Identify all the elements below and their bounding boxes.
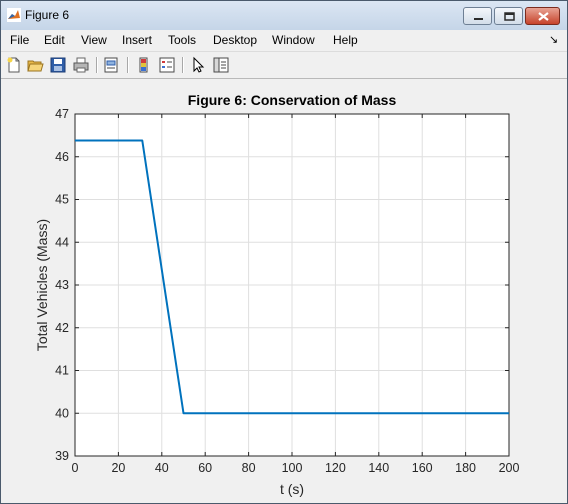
toolbar-separator	[96, 57, 98, 73]
y-tick-label: 47	[55, 107, 69, 121]
x-tick-label: 160	[412, 461, 433, 475]
dock-arrow-icon[interactable]: ↘	[549, 33, 558, 46]
x-tick-label: 100	[282, 461, 303, 475]
y-tick-label: 41	[55, 364, 69, 378]
x-tick-label: 40	[155, 461, 169, 475]
line-chart[interactable]: 0 20 40 60 80 100 120 140 160 180 200 39 40 41 42 43 44 4…	[1, 79, 567, 503]
print-icon[interactable]	[72, 56, 90, 74]
y-tick-label: 44	[55, 235, 69, 249]
x-axis-label: t (s)	[280, 481, 304, 497]
y-tick-label: 45	[55, 193, 69, 207]
figure-toolbar	[1, 51, 567, 79]
maximize-icon	[504, 12, 515, 21]
close-icon	[538, 12, 549, 21]
x-tick-label: 200	[499, 461, 520, 475]
open-file-icon[interactable]	[26, 56, 44, 74]
x-tick-label: 120	[325, 461, 346, 475]
x-tick-label: 180	[455, 461, 476, 475]
window-title: Figure 6	[25, 8, 70, 22]
maximize-button[interactable]	[494, 7, 523, 25]
y-axis-label: Total Vehicles (Mass)	[34, 219, 50, 351]
new-figure-icon[interactable]	[5, 56, 23, 74]
menu-edit[interactable]: Edit	[44, 33, 65, 47]
toolbar-separator	[182, 57, 184, 73]
figure-canvas: 0 20 40 60 80 100 120 140 160 180 200 39 40 41 42 43 44 4…	[1, 79, 567, 503]
save-icon[interactable]	[49, 56, 67, 74]
matlab-icon	[7, 8, 21, 22]
close-button[interactable]	[525, 7, 560, 25]
chart-title: Figure 6: Conservation of Mass	[188, 92, 397, 108]
figure-window: Figure 6 File Edit View Insert Tools Des…	[0, 0, 568, 504]
colorbar-icon[interactable]	[135, 56, 153, 74]
x-tick-label: 80	[242, 461, 256, 475]
menu-window[interactable]: Window	[272, 33, 315, 47]
x-tick-label: 20	[111, 461, 125, 475]
legend-icon[interactable]	[158, 56, 176, 74]
minimize-icon	[474, 18, 483, 20]
minimize-button[interactable]	[463, 7, 492, 25]
y-tick-label: 42	[55, 321, 69, 335]
menu-bar: File Edit View Insert Tools Desktop Wind…	[1, 30, 567, 51]
y-tick-label: 46	[55, 150, 69, 164]
menu-view[interactable]: View	[81, 33, 107, 47]
y-tick-label: 43	[55, 278, 69, 292]
y-tick-label: 40	[55, 406, 69, 420]
x-tick-label: 60	[198, 461, 212, 475]
link-plot-icon[interactable]	[102, 56, 120, 74]
x-tick-label: 140	[368, 461, 389, 475]
toolbar-separator	[127, 57, 129, 73]
menu-tools[interactable]: Tools	[168, 33, 196, 47]
y-tick-label: 39	[55, 449, 69, 463]
menu-help[interactable]: Help	[333, 33, 358, 47]
edit-plot-icon[interactable]	[189, 56, 207, 74]
menu-insert[interactable]: Insert	[122, 33, 152, 47]
title-bar[interactable]: Figure 6	[1, 1, 567, 30]
x-tick-label: 0	[72, 461, 79, 475]
menu-desktop[interactable]: Desktop	[213, 33, 257, 47]
property-inspector-icon[interactable]	[212, 56, 230, 74]
menu-file[interactable]: File	[10, 33, 29, 47]
